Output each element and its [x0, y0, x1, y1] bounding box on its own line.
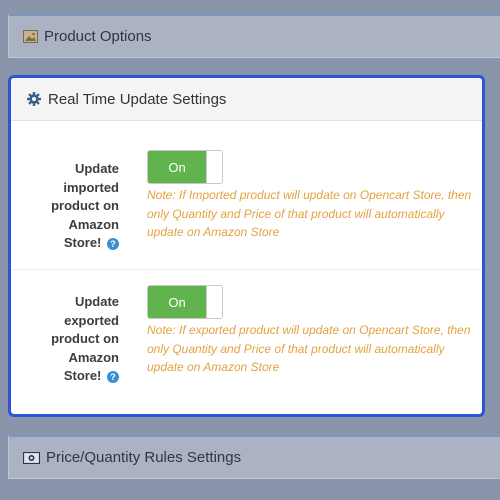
panel-title: Price/Quantity Rules Settings — [46, 449, 242, 466]
panel-title: Product Options — [44, 28, 152, 45]
setting-label: Update exported product on Amazon Store!… — [51, 294, 119, 383]
image-icon — [23, 30, 38, 43]
toggle-handle[interactable] — [206, 286, 222, 318]
money-icon — [23, 451, 40, 464]
price-quantity-rules-panel[interactable]: Price/Quantity Rules Settings — [8, 435, 500, 479]
help-icon[interactable]: ? — [107, 237, 119, 250]
product-options-panel[interactable]: Product Options — [8, 14, 500, 58]
update-exported-toggle[interactable]: On — [147, 285, 223, 319]
setting-row-exported: Update exported product on Amazon Store!… — [11, 271, 482, 414]
setting-note: Note: If Imported product will update on… — [147, 188, 472, 239]
setting-label: Update imported product on Amazon Store!… — [51, 161, 119, 250]
toggle-handle[interactable] — [206, 151, 222, 183]
panel-heading: Real Time Update Settings — [11, 78, 482, 121]
realtime-update-settings-panel: Real Time Update Settings Update importe… — [8, 75, 485, 417]
update-imported-toggle[interactable]: On — [147, 150, 223, 184]
help-icon[interactable]: ? — [107, 370, 119, 383]
setting-row-imported: Update imported product on Amazon Store!… — [11, 122, 482, 270]
toggle-on-label: On — [148, 286, 206, 318]
gear-icon — [27, 92, 41, 106]
setting-note: Note: If exported product will update on… — [147, 323, 471, 374]
panel-title: Real Time Update Settings — [48, 90, 227, 108]
toggle-on-label: On — [148, 151, 206, 183]
